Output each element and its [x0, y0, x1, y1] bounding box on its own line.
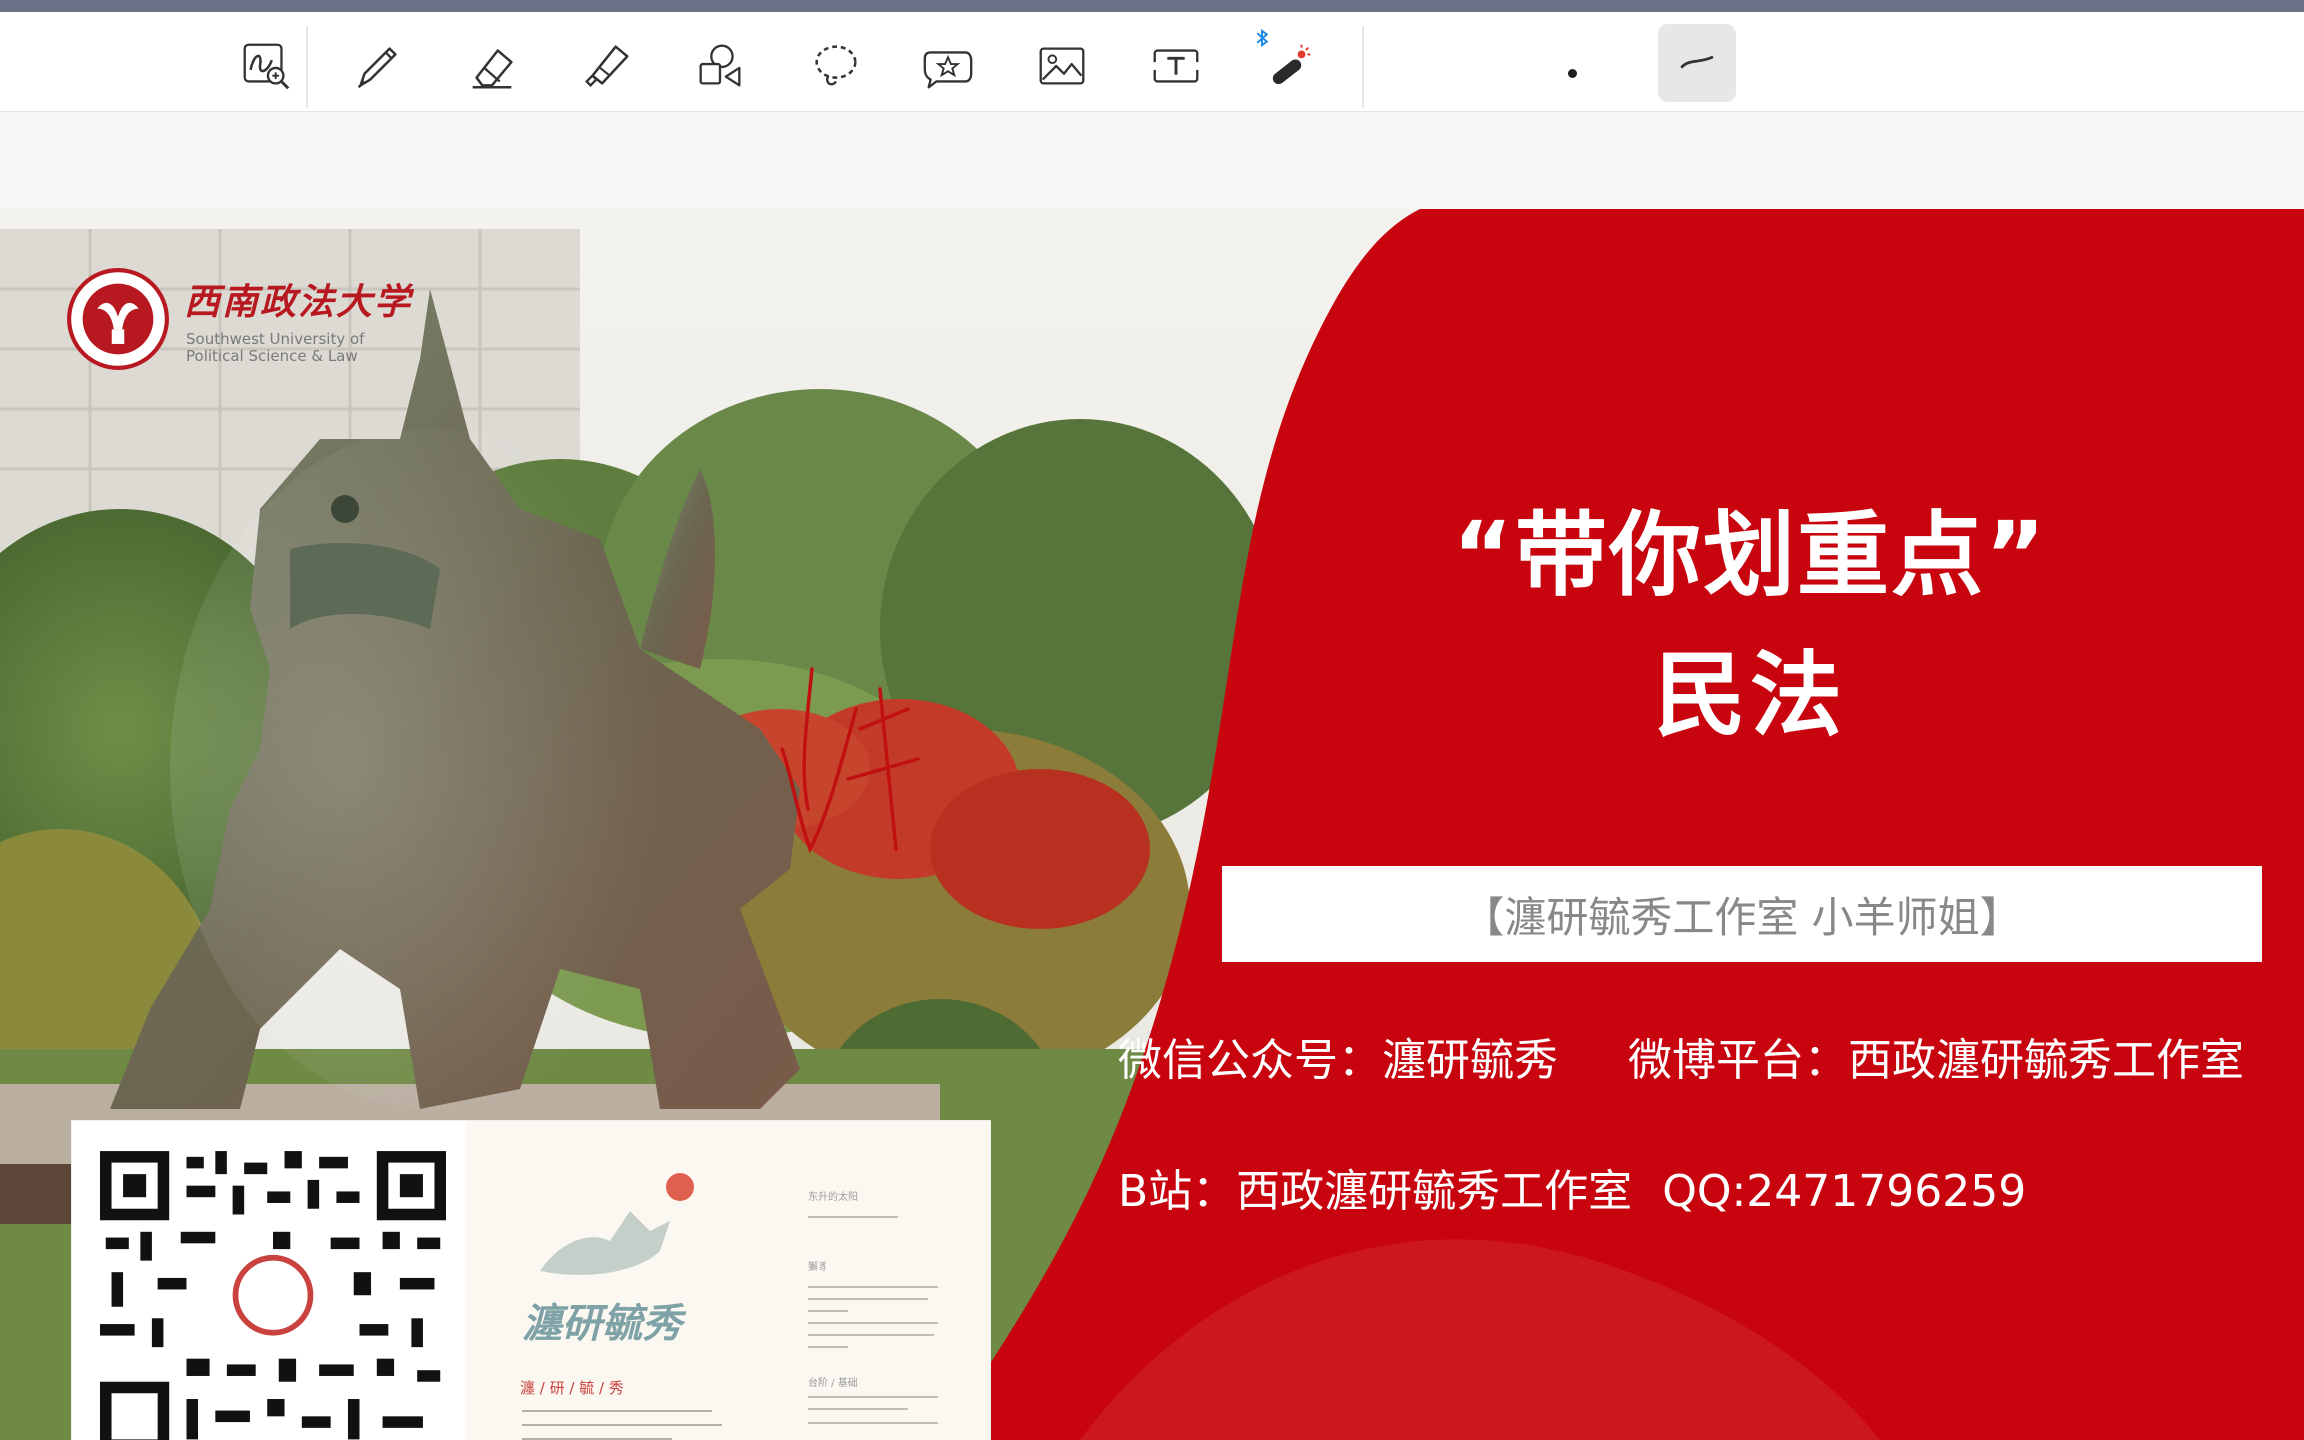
- canvas-gutter: [0, 113, 2304, 209]
- wechat-info: 微信公众号：瀍研毓秀: [1118, 1035, 1558, 1086]
- sticker-tool[interactable]: [912, 30, 984, 102]
- slide-page[interactable]: 西南政法大学 Southwest University of Political…: [0, 209, 2304, 1440]
- pen-tool[interactable]: [342, 30, 414, 102]
- slide-title-line2: 民法: [1653, 642, 1846, 749]
- qr-code-panel: [72, 1121, 466, 1440]
- text-box-icon: [1150, 49, 1202, 83]
- stroke-size-dot[interactable]: [1568, 69, 1577, 78]
- eraser-tool[interactable]: [456, 30, 528, 102]
- sticker-star-icon: [923, 51, 973, 89]
- university-seal-icon: [67, 268, 169, 370]
- image-icon: [1039, 47, 1085, 85]
- text-tool[interactable]: [1140, 30, 1212, 102]
- qr-code-icon: [100, 1151, 446, 1440]
- shapes-icon: [699, 44, 741, 87]
- bilibili-info: B站：西政瀍研毓秀工作室: [1118, 1166, 1633, 1217]
- poster-title: 瀍研毓秀: [522, 1300, 682, 1347]
- highlighter-icon: [585, 45, 629, 87]
- poster-note-1: 东升的太阳: [808, 1192, 858, 1203]
- bluetooth-icon: [1256, 28, 1269, 48]
- university-name-en-line2: Political Science & Law: [186, 347, 358, 365]
- university-logo: 西南政法大学 Southwest University of Political…: [66, 267, 412, 371]
- poster-text-lines: [808, 1216, 938, 1424]
- note-app-window: 西南政法大学 Southwest University of Political…: [0, 0, 2304, 1440]
- qr-poster-card: 瀍研毓秀 瀍 / 研 / 毓 / 秀 东升的太阳 獬豸 台阶 / 基础: [72, 1121, 990, 1440]
- pen-icon: [357, 47, 397, 89]
- studio-label-box: 【瀍研毓秀工作室 小羊师姐】: [1222, 866, 2262, 962]
- contact-line-2: B站：西政瀍研毓秀工作室 QQ:2471796259: [1118, 1155, 2026, 1219]
- poster-subtitle: 瀍 / 研 / 毓 / 秀: [520, 1379, 624, 1397]
- window-top-strip: [0, 0, 2304, 12]
- university-name-cn: 西南政法大学: [184, 281, 413, 323]
- stroke-style-button[interactable]: [1658, 24, 1736, 102]
- shapes-tool[interactable]: [684, 30, 756, 102]
- lasso-icon: [815, 45, 857, 86]
- slide-title-line1: “带你划重点”: [1452, 502, 2048, 609]
- qq-info: QQ:2471796259: [1662, 1166, 2027, 1217]
- curve-stroke-icon: [1680, 56, 1714, 69]
- contact-line-1: 微信公众号：瀍研毓秀 微博平台：西政瀍研毓秀工作室: [1118, 1024, 2244, 1088]
- zoom-sketch-icon: [243, 43, 290, 90]
- annotation-toolbar: [0, 12, 2304, 112]
- toolbar-divider: [1362, 26, 1364, 108]
- weibo-info: 微博平台：西政瀍研毓秀工作室: [1628, 1035, 2244, 1086]
- eraser-icon: [472, 49, 513, 89]
- university-name-en-line1: Southwest University of: [186, 330, 365, 348]
- lasso-tool[interactable]: [800, 30, 872, 102]
- toolbar-divider: [306, 26, 308, 108]
- laser-pointer-tool[interactable]: [1252, 28, 1324, 102]
- highlighter-tool[interactable]: [570, 30, 642, 102]
- poster-body-lines: [522, 1410, 722, 1440]
- poster-beast-illustration: [540, 1173, 694, 1275]
- lasso-zoom-tool[interactable]: [230, 30, 302, 102]
- image-tool[interactable]: [1026, 30, 1098, 102]
